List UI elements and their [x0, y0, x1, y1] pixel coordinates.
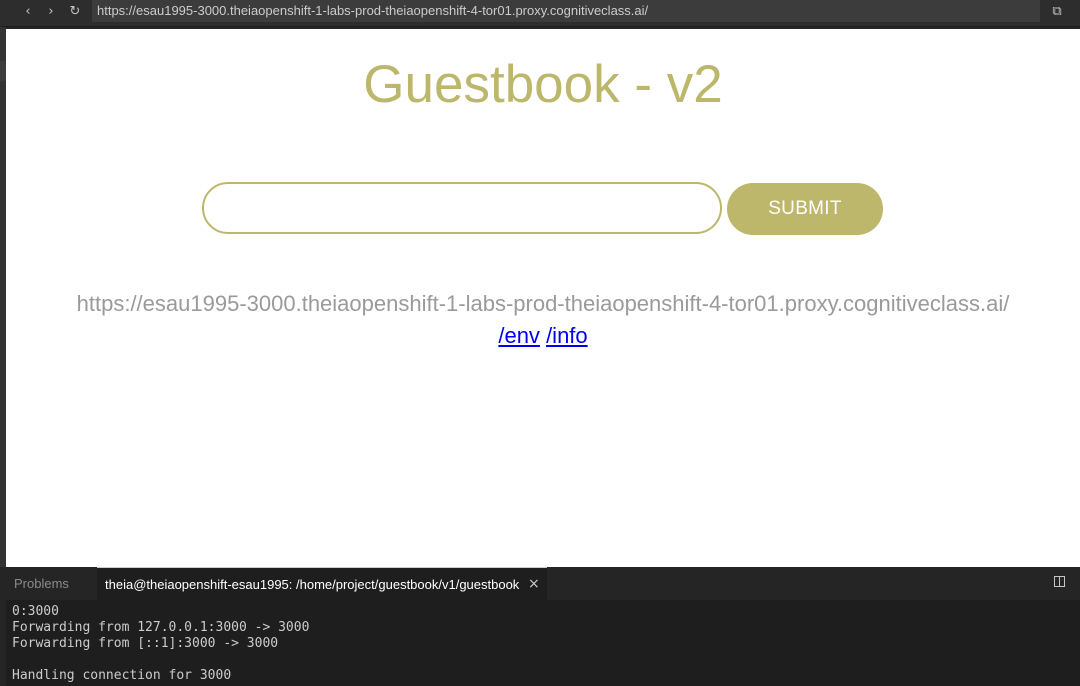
terminal-output[interactable]: 0:3000 Forwarding from 127.0.0.1:3000 ->…: [12, 604, 1072, 684]
url-bar[interactable]: https://esau1995-3000.theiaopenshift-1-l…: [92, 0, 1040, 22]
tab-terminal-label: theia@theiaopenshift-esau1995: /home/pro…: [105, 577, 520, 592]
terminal-line: 0:3000: [12, 604, 59, 619]
forward-icon[interactable]: ›: [42, 3, 60, 21]
split-panel-icon[interactable]: [1054, 576, 1065, 587]
web-page: Guestbook - v2 SUBMIT https://esau1995-3…: [6, 29, 1080, 567]
back-icon[interactable]: ‹: [19, 3, 37, 21]
info-link[interactable]: /info: [546, 323, 588, 348]
open-external-icon[interactable]: ⧉: [1048, 3, 1066, 21]
panel-tabbar: Problems theia@theiaopenshift-esau1995: …: [6, 567, 1080, 600]
bottom-panel: Problems theia@theiaopenshift-esau1995: …: [6, 567, 1080, 686]
guestbook-input[interactable]: [202, 182, 722, 234]
links-row: /env /info: [6, 322, 1080, 350]
page-title: Guestbook - v2: [363, 55, 723, 114]
terminal-line: Forwarding from 127.0.0.1:3000 -> 3000: [12, 620, 310, 635]
submit-button[interactable]: SUBMIT: [727, 183, 883, 235]
host-url-text: https://esau1995-3000.theiaopenshift-1-l…: [76, 291, 1010, 316]
browser-toolbar: ‹ › ↻ https://esau1995-3000.theiaopenshi…: [0, 0, 1080, 27]
tab-terminal[interactable]: theia@theiaopenshift-esau1995: /home/pro…: [97, 567, 547, 600]
tab-problems[interactable]: Problems: [14, 576, 69, 591]
terminal-line: Handling connection for 3000: [12, 668, 232, 683]
terminal-line: Forwarding from [::1]:3000 -> 3000: [12, 636, 279, 651]
close-icon[interactable]: ×: [528, 576, 540, 592]
env-link[interactable]: /env: [498, 323, 540, 348]
reload-icon[interactable]: ↻: [66, 3, 84, 21]
